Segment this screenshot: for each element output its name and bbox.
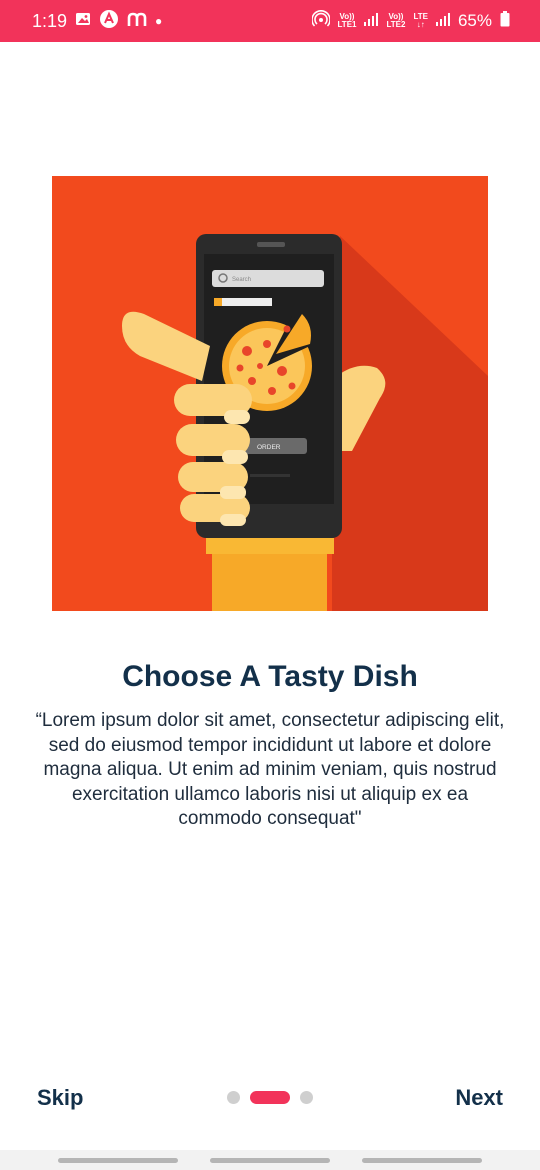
- nav-recent-apps-button[interactable]: [58, 1157, 178, 1163]
- image-icon: [75, 11, 91, 32]
- page-dot-3[interactable]: [300, 1091, 313, 1104]
- m-icon: [127, 11, 147, 32]
- page-dot-1[interactable]: [227, 1091, 240, 1104]
- status-bar: 1:19 ● Vo)) LTE1 Vo)) LTE2 LTE ↓↑ 65%: [0, 0, 540, 42]
- signal-icon: [364, 12, 379, 31]
- system-navigation-bar: [0, 1150, 540, 1170]
- sim1-label: Vo)) LTE1: [338, 13, 357, 29]
- battery-icon: [500, 10, 510, 32]
- notification-dot-icon: ●: [155, 14, 163, 28]
- status-bar-right: Vo)) LTE1 Vo)) LTE2 LTE ↓↑ 65%: [310, 9, 510, 33]
- sim2-label: Vo)) LTE2: [386, 13, 405, 29]
- nav-back-button[interactable]: [362, 1157, 482, 1163]
- page-dot-2-active[interactable]: [250, 1091, 290, 1104]
- status-bar-left: 1:19 ●: [32, 9, 162, 34]
- illustration-search-bar: [212, 270, 324, 287]
- status-time: 1:19: [32, 10, 68, 31]
- next-button[interactable]: Next: [455, 1085, 503, 1111]
- nav-home-button[interactable]: [210, 1157, 330, 1163]
- onboarding-description: “Lorem ipsum dolor sit amet, consectetur…: [35, 710, 505, 829]
- battery-percent: 65%: [457, 11, 492, 30]
- lte-text: LTE: [413, 12, 428, 21]
- lte-label: LTE ↓↑: [413, 12, 428, 29]
- sim2-lte-label: LTE2: [386, 20, 406, 29]
- phone-pizza-order-illustration: Search ORDER: [52, 176, 488, 611]
- onboarding-title: Choose A Tasty Dish: [122, 660, 418, 693]
- illustration-search-placeholder: Search: [232, 277, 251, 283]
- hotspot-icon: [310, 9, 331, 33]
- signal-icon: [435, 12, 450, 31]
- sim1-lte-label: LTE1: [337, 20, 357, 29]
- illustration-order-label: ORDER: [257, 444, 281, 451]
- a-circle-icon: [99, 9, 119, 34]
